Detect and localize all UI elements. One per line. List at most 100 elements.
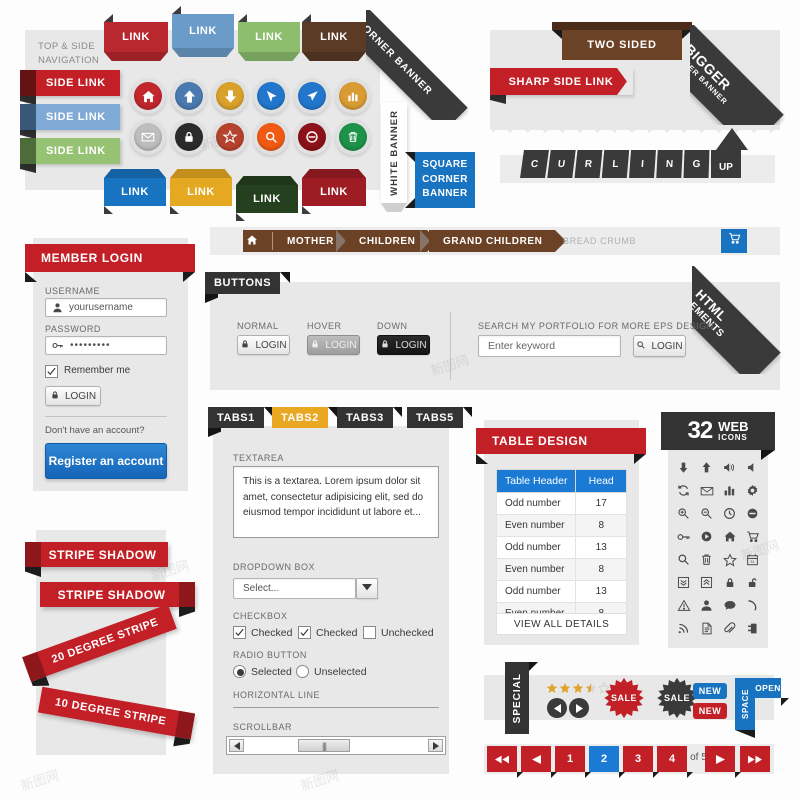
home-icon[interactable] — [718, 525, 741, 548]
bottom-link-3[interactable]: LINK — [302, 178, 366, 214]
password-input[interactable]: ••••••••• — [45, 336, 167, 355]
bottom-link-2[interactable]: LINK — [236, 185, 298, 221]
zoom-out-icon[interactable] — [695, 502, 718, 525]
search-login-button[interactable]: LOGIN — [633, 335, 686, 357]
circle-icon-arrow-up[interactable] — [171, 78, 207, 114]
bar-chart-icon[interactable] — [718, 479, 741, 502]
view-all-details-button[interactable]: VIEW ALL DETAILS — [496, 613, 627, 635]
login-button-normal[interactable]: LOGIN — [237, 335, 290, 355]
envelope-icon[interactable] — [695, 479, 718, 502]
pagination-next-button[interactable] — [705, 746, 735, 772]
stripe-shadow-0[interactable]: STRIPE SHADOW — [25, 542, 168, 577]
new-badge-blue[interactable]: NEW — [693, 683, 727, 699]
arrow-down-icon[interactable] — [672, 456, 695, 479]
warning-icon[interactable] — [672, 594, 695, 617]
scrollbar-thumb[interactable]: ||| — [298, 739, 350, 752]
top-link-0[interactable]: LINK — [104, 14, 168, 52]
sale-badge-dark[interactable]: SALE — [656, 677, 698, 719]
minus-circle-icon[interactable] — [741, 502, 764, 525]
star-icon[interactable] — [718, 548, 741, 571]
refresh-icon[interactable] — [672, 479, 695, 502]
calendar-icon[interactable]: 31 — [741, 548, 764, 571]
curling-banner[interactable]: C U R L I N G UP — [520, 150, 741, 178]
user-icon[interactable] — [695, 594, 718, 617]
cart-icon[interactable] — [741, 525, 764, 548]
tab-tabs1[interactable]: TABS1 — [208, 407, 273, 428]
register-button[interactable]: Register an account — [45, 443, 167, 479]
circle-icon-trash[interactable] — [335, 119, 371, 155]
pagination-page-2-current[interactable]: 2 — [589, 746, 619, 772]
pagination-page-3[interactable]: 3 — [623, 746, 653, 772]
top-link-2[interactable]: LINK — [238, 14, 300, 52]
breadcrumb-item-mother[interactable]: MOTHER — [273, 230, 357, 252]
zoom-in-icon[interactable] — [672, 502, 695, 525]
lock-closed-icon[interactable] — [718, 571, 741, 594]
sale-badge-red[interactable]: SALE — [603, 677, 645, 719]
breadcrumb-cart-button[interactable] — [721, 229, 747, 253]
bigger-corner-banner[interactable]: BIGGER CORNER BANNER — [690, 25, 785, 125]
textarea-field[interactable]: This is a textarea. Lorem ipsum dolor si… — [233, 466, 439, 538]
two-sided-banner[interactable]: TWO SIDED — [562, 30, 682, 60]
space-open-banner[interactable]: SPACE OPEN — [735, 678, 789, 738]
key-icon[interactable] — [672, 525, 695, 548]
stripe-shadow-1[interactable]: STRIPE SHADOW — [40, 582, 195, 617]
special-tab[interactable]: SPECIAL — [505, 662, 529, 734]
radio-unselected[interactable] — [296, 665, 309, 678]
phone-icon[interactable] — [741, 594, 764, 617]
trash-icon[interactable] — [695, 548, 718, 571]
rating-stars[interactable] — [546, 681, 611, 699]
circle-icon-block[interactable] — [294, 119, 330, 155]
paperclip-icon[interactable] — [718, 617, 741, 640]
circle-icon-search[interactable] — [253, 119, 289, 155]
search-icon[interactable] — [672, 548, 695, 571]
buttons-tab[interactable]: BUTTONS — [205, 272, 291, 303]
circle-icon-send[interactable] — [294, 78, 330, 114]
circle-icon-arrow-down[interactable] — [212, 78, 248, 114]
pagination-prev-button[interactable] — [521, 746, 551, 772]
rss-icon[interactable] — [672, 617, 695, 640]
carousel-next-button[interactable] — [569, 698, 589, 718]
chat-bubble-icon[interactable] — [718, 594, 741, 617]
radio-selected[interactable] — [233, 665, 246, 678]
sharp-side-link[interactable]: SHARP SIDE LINK — [490, 68, 633, 104]
checkbox-0[interactable] — [233, 626, 246, 639]
gear-icon[interactable] — [741, 479, 764, 502]
top-link-1[interactable]: LINK — [172, 6, 234, 48]
document-icon[interactable] — [695, 617, 718, 640]
chevron-up-box-icon[interactable] — [695, 571, 718, 594]
bottom-link-1[interactable]: LINK — [170, 178, 232, 214]
scrollbar-left-button[interactable] — [229, 739, 244, 752]
remember-me-checkbox[interactable] — [45, 365, 58, 378]
search-input[interactable]: Enter keyword — [478, 335, 621, 357]
breadcrumb-item-children[interactable]: CHILDREN — [345, 230, 440, 252]
new-badge-red[interactable]: NEW — [693, 703, 727, 719]
top-link-3[interactable]: LINK — [302, 14, 366, 52]
white-banner[interactable]: WHITE BANNER — [381, 103, 407, 203]
volume-mute-icon[interactable] — [741, 456, 764, 479]
arrow-up-icon[interactable] — [695, 456, 718, 479]
dropdown-select[interactable]: Select... — [233, 578, 356, 599]
circle-icon-cursor[interactable] — [253, 78, 289, 114]
checkbox-2[interactable] — [363, 626, 376, 639]
side-link-2[interactable]: SIDE LINK — [20, 138, 120, 173]
pagination-last-button[interactable] — [740, 746, 770, 772]
breadcrumb-item-grand-children[interactable]: GRAND CHILDREN — [429, 230, 565, 252]
tab-tabs2[interactable]: TABS2 — [272, 407, 337, 428]
pagination-page-1[interactable]: 1 — [555, 746, 585, 772]
circle-icon-envelope[interactable] — [130, 119, 166, 155]
plug-icon[interactable] — [741, 617, 764, 640]
breadcrumb-home[interactable] — [243, 230, 284, 252]
circle-icon-lock[interactable] — [171, 119, 207, 155]
html-elements-corner-banner[interactable]: HTML ELEMENTS — [692, 266, 784, 374]
login-button-down[interactable]: LOGIN — [377, 335, 430, 355]
volume-high-icon[interactable] — [718, 456, 741, 479]
side-link-1[interactable]: SIDE LINK — [20, 104, 120, 139]
play-circle-icon[interactable] — [695, 525, 718, 548]
dropdown-arrow-button[interactable] — [356, 578, 378, 599]
side-link-0[interactable]: SIDE LINK — [20, 70, 120, 105]
chevron-down-box-icon[interactable] — [672, 571, 695, 594]
login-button[interactable]: LOGIN — [45, 386, 101, 406]
checkbox-1[interactable] — [298, 626, 311, 639]
carousel-prev-button[interactable] — [547, 698, 567, 718]
login-button-hover[interactable]: LOGIN — [307, 335, 360, 355]
